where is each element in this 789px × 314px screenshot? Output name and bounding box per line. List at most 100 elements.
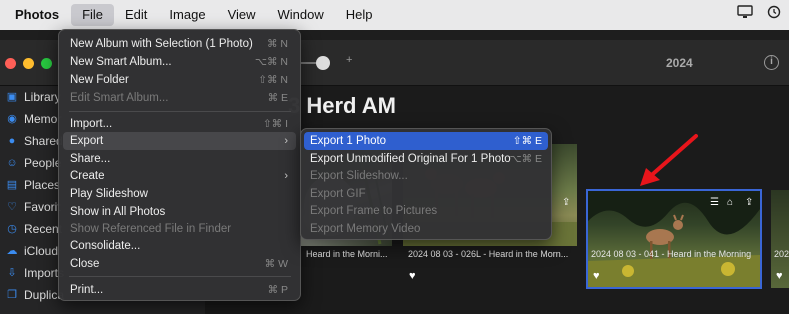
photo-caption: 2024: [774, 249, 789, 259]
shared-icon: ●: [8, 135, 16, 147]
photo-caption: 2024 08 03 - 041 - Heard in the Morning: [591, 249, 752, 259]
menu-item-export-unmodified-original[interactable]: Export Unmodified Original For 1 Photo ⌥⌘…: [304, 150, 548, 168]
menu-item-label: Export Slideshow...: [310, 170, 408, 182]
memories-icon: ◉: [7, 113, 17, 125]
menu-item-export-gif: Export GIF: [304, 185, 548, 203]
menu-bar: Photos File Edit Image View Window Help: [0, 0, 789, 30]
menu-item-label: Create: [70, 170, 105, 182]
menu-item-label: Export Frame to Pictures: [310, 205, 438, 217]
sidebar-item-favorites[interactable]: ♡ Favorit: [6, 200, 61, 214]
sidebar-item-library[interactable]: ▣ Library: [6, 90, 61, 104]
sidebar-item-memories[interactable]: ◉ Memor: [6, 112, 61, 126]
menu-item-label: Import...: [70, 118, 113, 130]
import-icon: ⇩: [7, 267, 17, 279]
sidebar-item-imports[interactable]: ⇩ Imports: [6, 266, 64, 280]
sidebar-item-shared[interactable]: ● Shared: [6, 134, 63, 148]
menu-item-label: Export 1 Photo: [310, 135, 387, 147]
menu-window[interactable]: Window: [267, 4, 335, 26]
menu-item-export-1-photo[interactable]: Export 1 Photo ⇧⌘ E: [304, 132, 548, 150]
menu-item-close[interactable]: Close ⌘ W: [63, 255, 296, 273]
menu-item-export-frame: Export Frame to Pictures: [304, 202, 548, 220]
sidebar-item-label: People: [24, 156, 62, 170]
menu-item-label: Show Referenced File in Finder: [70, 223, 232, 235]
menu-item-print[interactable]: Print... ⌘ P: [63, 281, 296, 299]
menu-item-shortcut: ⌘ P: [267, 284, 288, 296]
menu-item-shortcut: ⇧⌘ E: [512, 135, 542, 147]
zoom-slider-knob[interactable]: [316, 56, 330, 70]
sidebar-item-places[interactable]: ▤ Places: [6, 178, 60, 192]
red-arrow-annotation: [640, 134, 698, 186]
favorite-heart-icon[interactable]: ♥: [776, 270, 783, 282]
menu-item-consolidate[interactable]: Consolidate...: [63, 237, 296, 255]
display-icon[interactable]: [737, 5, 753, 22]
cloud-icon: ☁: [6, 245, 18, 257]
menu-item-shortcut: ⇧⌘ N: [258, 74, 288, 86]
close-window-button[interactable]: [5, 58, 16, 69]
album-title: 3 Herd AM: [288, 93, 396, 118]
menu-item-create[interactable]: Create ›: [63, 167, 296, 185]
app-menu-photos[interactable]: Photos: [0, 4, 71, 26]
menu-item-label: Play Slideshow: [70, 188, 148, 200]
toolbar-year: 2024: [666, 56, 693, 70]
sidebar-item-label: iCloud: [24, 244, 59, 258]
menu-item-label: Close: [70, 258, 100, 270]
menu-item-shortcut: ⌘ N: [267, 38, 288, 50]
menu-item-play-slideshow[interactable]: Play Slideshow: [63, 185, 296, 203]
share-icon[interactable]: ⇪: [562, 197, 570, 208]
menu-item-shortcut: ⌥⌘ N: [254, 56, 288, 68]
zoom-window-button[interactable]: [41, 58, 52, 69]
traffic-lights: [5, 58, 52, 69]
sidebar-item-label: Recent: [24, 222, 63, 236]
photo-thumbnail-selected[interactable]: [586, 189, 762, 289]
menu-item-new-smart-album[interactable]: New Smart Album... ⌥⌘ N: [63, 53, 296, 71]
menu-separator: [69, 276, 291, 277]
share-icon[interactable]: ⇪: [745, 197, 753, 208]
favorite-heart-icon[interactable]: ♥: [409, 270, 416, 282]
menu-item-show-in-all-photos[interactable]: Show in All Photos: [63, 203, 296, 221]
menu-item-edit-smart-album: Edit Smart Album... ⌘ E: [63, 89, 296, 107]
menu-file[interactable]: File: [71, 4, 115, 26]
menu-item-share[interactable]: Share...: [63, 150, 296, 168]
info-icon[interactable]: i: [764, 55, 779, 70]
menu-item-label: Show in All Photos: [70, 206, 166, 218]
menu-item-export-slideshow: Export Slideshow...: [304, 167, 548, 185]
menu-item-new-album-with-selection[interactable]: New Album with Selection (1 Photo) ⌘ N: [63, 35, 296, 53]
submenu-chevron-icon: ›: [284, 135, 288, 147]
sidebar-item-label: Places: [24, 178, 61, 192]
minimize-window-button[interactable]: [23, 58, 34, 69]
favorite-heart-icon[interactable]: ♥: [593, 270, 600, 282]
menu-item-shortcut: ⌘ E: [267, 92, 288, 104]
adjustments-icon[interactable]: ☰: [710, 197, 719, 208]
photo-caption: 2024 08 03 - 026L - Heard in the Morn...: [408, 249, 569, 259]
menu-item-new-folder[interactable]: New Folder ⇧⌘ N: [63, 71, 296, 89]
menu-edit[interactable]: Edit: [114, 4, 158, 26]
menu-item-label: Export GIF: [310, 188, 366, 200]
menu-item-shortcut: ⌥⌘ E: [509, 153, 542, 165]
file-menu: New Album with Selection (1 Photo) ⌘ N Ne…: [58, 29, 301, 301]
sidebar-item-recents[interactable]: ◷ Recent: [6, 222, 62, 236]
clock-icon: ◷: [7, 223, 17, 235]
menu-item-export-memory-video: Export Memory Video: [304, 220, 548, 238]
menu-item-export[interactable]: Export ›: [63, 132, 296, 150]
menu-item-label: Share...: [70, 153, 111, 165]
photo-caption: Heard in the Morni...: [306, 249, 388, 259]
menu-item-label: Export Unmodified Original For 1 Photo: [310, 153, 511, 165]
sidebar-item-icloud[interactable]: ☁ iCloud: [6, 244, 59, 258]
menu-item-label: Print...: [70, 284, 104, 296]
menu-image[interactable]: Image: [158, 4, 216, 26]
sidebar-item-people[interactable]: ☺ People: [6, 156, 61, 170]
sidebar-item-label: Library: [24, 90, 61, 104]
time-machine-icon[interactable]: [767, 5, 781, 22]
menu-item-shortcut: ⌘ W: [264, 258, 288, 270]
menu-item-label: New Smart Album...: [70, 56, 172, 68]
menu-item-import[interactable]: Import... ⇧⌘ I: [63, 115, 296, 133]
menu-help[interactable]: Help: [335, 4, 384, 26]
menu-view[interactable]: View: [217, 4, 267, 26]
zoom-in-icon[interactable]: +: [346, 54, 352, 66]
tag-icon[interactable]: ⌂: [727, 197, 733, 208]
menu-item-label: New Folder: [70, 74, 129, 86]
sidebar-item-duplicates[interactable]: ❐ Duplica: [6, 288, 64, 302]
export-submenu: Export 1 Photo ⇧⌘ E Export Unmodified Ori…: [300, 128, 552, 240]
sidebar-item-label: Favorit: [24, 200, 61, 214]
menu-item-label: Consolidate...: [70, 240, 141, 252]
